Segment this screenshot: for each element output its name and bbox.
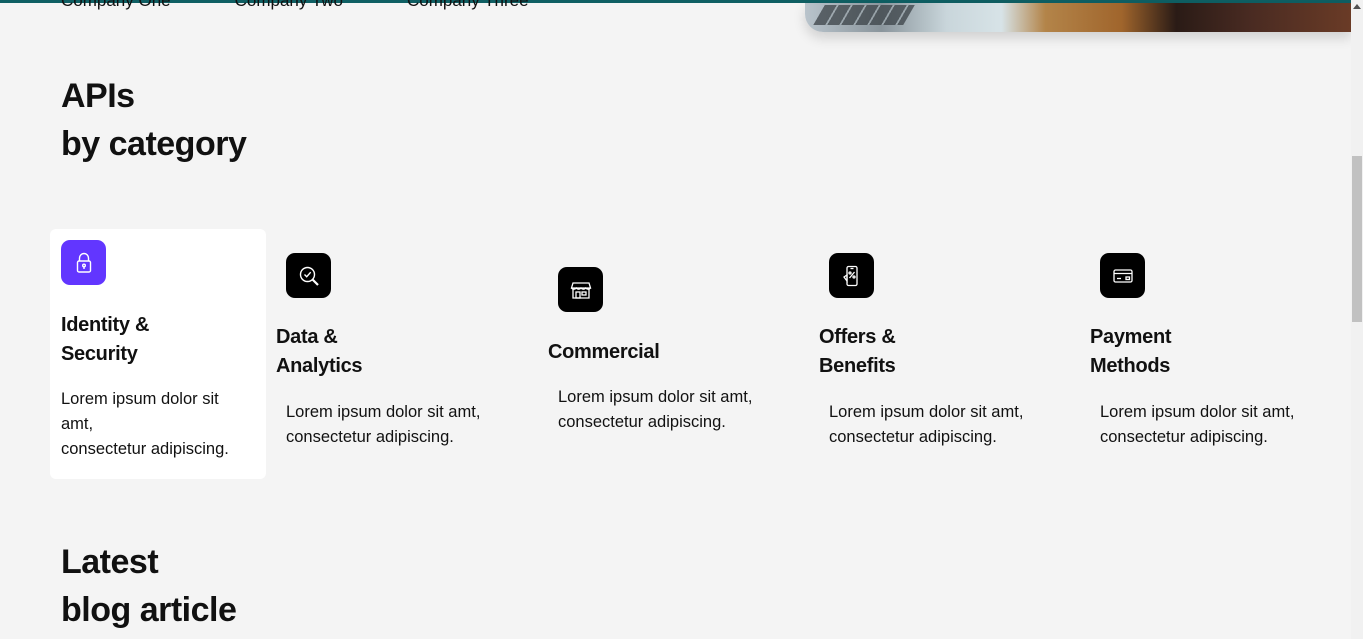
apis-by-category-heading: APIs by category xyxy=(61,77,247,163)
card-description: Lorem ipsum dolor sit amt, consectetur ad… xyxy=(558,388,753,431)
card-description: Lorem ipsum dolor sit amt, consectetur ad… xyxy=(829,403,1024,446)
card-description: Lorem ipsum dolor sit amt, consectetur ad… xyxy=(1100,403,1295,446)
storefront-icon xyxy=(558,267,603,312)
latest-blog-article-heading: Latest blog article xyxy=(61,543,237,629)
card-title: Offers & Benefits xyxy=(819,326,896,377)
hero-image xyxy=(805,3,1351,32)
card-description: Lorem ipsum dolor sit amt, consectetur adi… xyxy=(61,390,229,458)
credit-card-icon xyxy=(1100,253,1145,298)
company-logos-row: Company One Company Two Company Three xyxy=(61,0,529,11)
magnifier-check-icon xyxy=(286,253,331,298)
company-name: Company Two xyxy=(234,0,343,10)
phone-offer-icon xyxy=(829,253,874,298)
card-title: Data & Analytics xyxy=(276,326,363,377)
scroll-up-arrow-icon[interactable] xyxy=(1353,4,1361,9)
card-title: Identity & Security xyxy=(61,314,150,365)
card-description: Lorem ipsum dolor sit amt, consectetur ad… xyxy=(286,403,481,446)
scrollbar-thumb[interactable] xyxy=(1352,156,1362,322)
company-name: Company Three xyxy=(406,0,529,10)
page-scrollbar[interactable] xyxy=(1351,0,1363,639)
company-name: Company One xyxy=(61,0,171,10)
card-title: Commercial xyxy=(548,341,660,363)
card-title: Payment Methods xyxy=(1090,326,1172,377)
lock-icon xyxy=(61,240,106,285)
